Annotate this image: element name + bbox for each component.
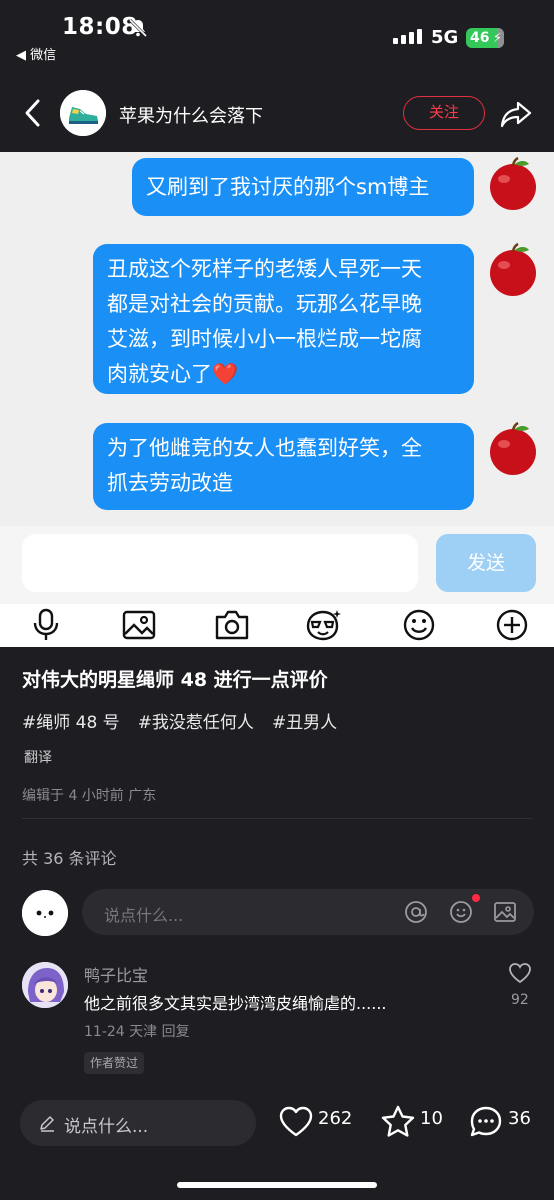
post-title: 对伟大的明星绳师 48 进行一点评价: [22, 669, 328, 691]
comment-meta[interactable]: 11-24 天津 回复: [84, 1021, 190, 1041]
chat-message-input: [22, 534, 418, 592]
message-line: 丑成这个死样子的老矮人早死一天: [107, 257, 422, 281]
sneaker-icon: [60, 90, 106, 136]
hashtag[interactable]: #绳师 48 号: [22, 708, 120, 733]
chat-message: 又刷到了我讨厌的那个sm博主: [132, 158, 474, 216]
battery-icon: 46 ⚡: [466, 28, 504, 48]
chat-toolbar: [0, 604, 554, 647]
tag-list: #绳师 48 号 #我没惹任何人 #丑男人: [22, 708, 337, 733]
heart-icon[interactable]: [508, 962, 532, 984]
comment-text: 他之前很多文其实是抄湾湾皮绳愉虐的......: [84, 994, 387, 1013]
comment-count: 36: [508, 1108, 531, 1129]
image-icon: [122, 610, 156, 640]
like-count: 262: [318, 1108, 353, 1129]
ghost-face-icon: [22, 890, 68, 936]
plus-icon: [496, 609, 528, 641]
microphone-icon: [33, 608, 59, 640]
bell-muted-icon: [128, 18, 148, 38]
chat-input-bar: 发送: [0, 526, 554, 604]
chat-screenshot: 又刷到了我讨厌的那个sm博主 丑成这个死样子的老矮人早死一天 都是对社会的贡献。…: [0, 152, 554, 526]
chat-message: 为了他雌竞的女人也蠢到好笑，全 抓去劳动改造: [93, 423, 474, 510]
back-icon[interactable]: [22, 98, 44, 128]
battery-level: 46: [470, 30, 490, 46]
clock: 18:08: [62, 14, 138, 40]
chat-send-button: 发送: [436, 534, 536, 592]
bottom-comment-input[interactable]: 说点什么...: [20, 1100, 256, 1146]
message-text: 又刷到了我讨厌的那个sm博主: [146, 175, 430, 199]
comment-icon[interactable]: [469, 1105, 503, 1139]
bottom-input-placeholder: 说点什么...: [64, 1117, 149, 1137]
back-to-wechat[interactable]: ◀ 微信: [16, 44, 56, 63]
apple-avatar-icon: [490, 242, 536, 296]
comment-username[interactable]: 鸭子比宝: [84, 962, 148, 986]
network-type: 5G: [431, 27, 459, 48]
hashtag[interactable]: #我没惹任何人: [138, 708, 254, 733]
camera-icon: [215, 610, 249, 640]
message-line: 都是对社会的贡献。玩那么花早晚: [107, 292, 422, 316]
emoji-icon: [403, 609, 435, 641]
sticker-icon: [306, 610, 341, 641]
notification-dot: [472, 894, 480, 902]
apple-avatar-icon: [490, 421, 536, 475]
translate-button[interactable]: 翻译: [24, 747, 52, 767]
message-line: 抓去劳动改造: [107, 471, 233, 495]
author-name[interactable]: 苹果为什么会落下: [119, 102, 263, 128]
emoji-icon[interactable]: [449, 900, 473, 924]
author-avatar[interactable]: [60, 90, 106, 136]
comment-user-avatar[interactable]: [22, 962, 68, 1008]
comment-input[interactable]: 说点什么...: [82, 889, 534, 935]
charging-bolt-icon: ⚡: [492, 31, 502, 46]
apple-avatar-icon: [490, 156, 536, 210]
divider: [22, 818, 532, 819]
message-line: 肉就安心了❤️: [107, 362, 239, 386]
post-header: 苹果为什么会落下 关注: [0, 72, 554, 152]
home-indicator[interactable]: [177, 1182, 377, 1188]
chat-message: 丑成这个死样子的老矮人早死一天 都是对社会的贡献。玩那么花早晚 艾滋，到时候小小…: [93, 244, 474, 394]
follow-button[interactable]: 关注: [403, 96, 485, 130]
hashtag[interactable]: #丑男人: [272, 708, 337, 733]
star-icon[interactable]: [381, 1105, 415, 1137]
share-icon[interactable]: [500, 100, 532, 128]
comment-like-count: 92: [511, 992, 529, 1008]
message-line: 艾滋，到时候小小一根烂成一坨腐: [107, 327, 422, 351]
favorite-count: 10: [420, 1108, 443, 1129]
cellular-signal-icon: [393, 29, 422, 44]
pencil-icon: [40, 1116, 54, 1132]
heart-icon[interactable]: [279, 1106, 313, 1138]
comments-count: 共 36 条评论: [22, 849, 117, 868]
avatar: [22, 890, 68, 936]
message-line: 为了他雌竞的女人也蠢到好笑，全: [107, 436, 422, 460]
status-bar: 18:08 ◀ 微信 5G 46 ⚡: [0, 0, 554, 72]
edit-info: 编辑于 4 小时前 广东: [22, 788, 157, 804]
author-liked-badge: 作者赞过: [84, 1052, 145, 1074]
anime-avatar-icon: [22, 962, 68, 1008]
image-icon[interactable]: [493, 900, 517, 924]
mention-icon[interactable]: [404, 900, 428, 924]
comment-input-placeholder: 说点什么...: [104, 906, 184, 925]
